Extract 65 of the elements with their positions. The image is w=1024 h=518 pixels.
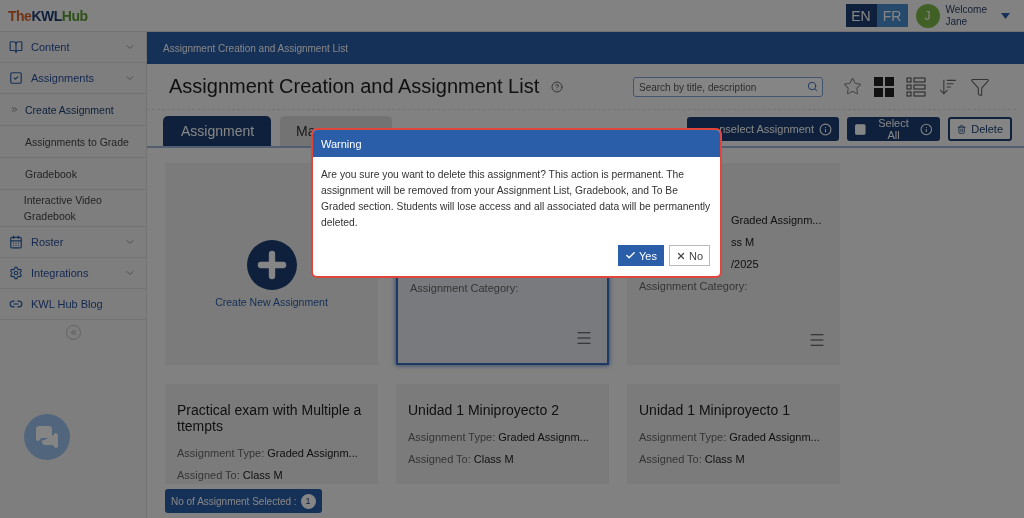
sidebar-item[interactable]: Integrations	[0, 258, 146, 289]
chevrons-icon	[10, 105, 19, 114]
chat-bubbles-icon	[35, 425, 59, 449]
assignment-card[interactable]: Unidad 1 Miniproyecto 2 Assignment Type: Graded Assignm... Assigned To: Class M	[396, 384, 609, 484]
submenu-item[interactable]: Gradebook	[0, 158, 146, 190]
yes-button[interactable]: Yes	[618, 245, 664, 266]
help-icon[interactable]	[551, 80, 564, 93]
card-field: Graded Assignm...	[731, 214, 822, 226]
book-icon	[9, 40, 23, 54]
chevrons-left-icon	[68, 327, 78, 337]
card-field: Assignment Type: Graded Assignm...	[177, 447, 358, 459]
card-title: Unidad 1 Miniproyecto 1	[639, 402, 791, 418]
checkbox-icon	[854, 122, 867, 136]
logo: TheKWLHub	[8, 7, 88, 24]
info-icon	[819, 122, 832, 136]
card-field: Assignment Category:	[410, 282, 519, 294]
plus-icon	[246, 240, 297, 290]
language-button[interactable]: FR	[876, 4, 908, 27]
search-field[interactable]: Search by title, description	[633, 77, 823, 97]
sidebar-item[interactable]: Assignments	[0, 63, 146, 94]
card-field: Assignment Category:	[639, 280, 748, 292]
check-icon	[625, 250, 636, 261]
info-icon	[920, 122, 933, 136]
submenu-item[interactable]: Assignments to Grade	[0, 126, 146, 158]
caret-icon[interactable]	[1001, 12, 1010, 19]
selection-count-label: No of Assignment Selected :	[171, 495, 297, 507]
delete-button[interactable]: Delete	[948, 117, 1012, 141]
card-field: Assignment Type: Graded Assignm...	[639, 431, 820, 443]
tab[interactable]: Assignment	[163, 116, 271, 146]
close-icon	[675, 250, 686, 261]
card-field: Assigned To: Class M	[408, 453, 514, 465]
sidebar-item[interactable]: KWL Hub Blog	[0, 289, 146, 320]
no-button[interactable]: No	[668, 245, 710, 266]
submenu-item[interactable]: Create Assignment	[0, 94, 146, 126]
dialog-title: Warning	[313, 130, 720, 157]
menu-icon[interactable]	[808, 331, 826, 349]
search-icon	[807, 80, 818, 92]
card-field: /2025	[731, 258, 759, 270]
select-all-button[interactable]: Select All	[847, 117, 940, 141]
card-field: ss M	[731, 236, 755, 248]
assignment-card[interactable]: Practical exam with Multiple attempts Assignment Type: Graded Assignm... Assigned To: Class M	[165, 384, 378, 484]
trash-icon	[957, 122, 967, 136]
chat-button[interactable]	[24, 414, 70, 460]
count-badge: 1	[300, 493, 316, 509]
checkbox-icon	[9, 71, 23, 85]
card-title: Practical exam with Multiple attempts	[177, 402, 362, 434]
calendar-icon	[9, 235, 23, 249]
card-field: Assigned To: Class M	[177, 469, 283, 481]
assignment-card[interactable]: Unidad 1 Miniproyecto 1 Assignment Type: Graded Assignm... Assigned To: Class M	[627, 384, 840, 484]
submenu-item[interactable]: Interactive Video Gradebook	[0, 190, 146, 227]
sidebar-item[interactable]: Content	[0, 32, 146, 63]
menu-icon[interactable]	[575, 329, 593, 347]
user-avatar: J	[915, 3, 940, 28]
sidebar-item[interactable]: Roster	[0, 227, 146, 258]
breadcrumb-bar: Assignment Creation and Assignment List	[147, 32, 1024, 64]
card-field: Assignment Type: Graded Assignm...	[408, 431, 589, 443]
user-name: Jane	[945, 15, 969, 28]
card-title: Unidad 1 Miniproyecto 2	[408, 402, 560, 418]
link-icon	[9, 297, 23, 311]
page-title: Assignment Creation and Assignment List	[169, 75, 540, 98]
welcome-text: Welcome	[945, 3, 987, 16]
language-button[interactable]: EN	[845, 4, 877, 27]
collapse-button[interactable]	[65, 324, 81, 340]
card-field: Assigned To: Class M	[639, 453, 745, 465]
settings-icon	[9, 266, 23, 280]
